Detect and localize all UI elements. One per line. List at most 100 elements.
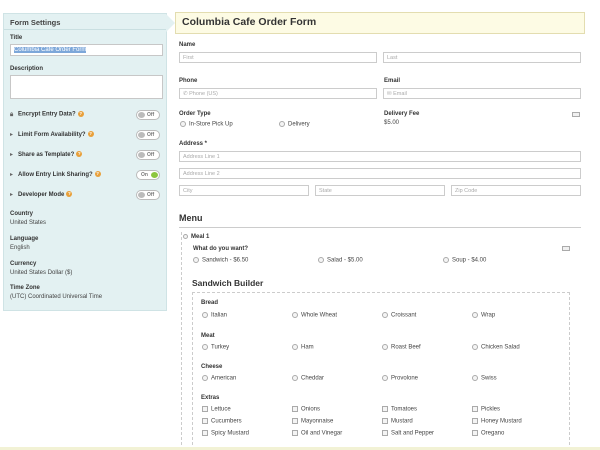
want-option-soup[interactable]: Soup - $4.00 [443,257,486,264]
help-icon[interactable]: ? [87,131,94,138]
option-label: Lettuce [211,406,231,413]
radio-button[interactable] [382,375,388,381]
radio-button[interactable] [443,257,449,263]
meat-option[interactable]: Chicken Salad [472,344,520,351]
radio-button[interactable] [382,312,388,318]
radio-button[interactable] [202,375,208,381]
first-name-input[interactable]: First [179,52,377,63]
checkbox[interactable] [292,406,298,412]
cheese-option[interactable]: Swiss [472,375,497,382]
radio-button[interactable] [292,375,298,381]
checkbox[interactable] [472,418,478,424]
calculation-icon[interactable] [572,112,580,117]
extras-option[interactable]: Cucumbers [202,418,242,425]
help-icon[interactable]: ? [77,111,84,117]
extras-option[interactable]: Mustard [382,418,413,425]
extras-option[interactable]: Spicy Mustard [202,430,249,437]
developer-mode-toggle[interactable]: Off [136,190,160,200]
bread-option[interactable]: Wrap [472,312,495,319]
bread-option[interactable]: Croissant [382,312,416,319]
want-option-salad[interactable]: Salad - $5.00 [318,257,363,264]
checkbox[interactable] [472,430,478,436]
calculation-icon[interactable] [562,246,570,251]
radio-button[interactable] [279,121,285,127]
meat-option[interactable]: Turkey [202,344,229,351]
address-line-2-input[interactable]: Address Line 2 [179,168,581,179]
checkbox[interactable] [202,406,208,412]
phone-placeholder: Phone (US) [189,91,218,97]
help-icon[interactable]: ? [76,151,83,158]
radio-button[interactable] [472,312,478,318]
description-input[interactable] [10,75,163,99]
caret-right-icon[interactable]: ▸ [10,191,18,198]
limit-availability-toggle[interactable]: Off [136,130,160,140]
cheese-option[interactable]: American [202,375,236,382]
country-value[interactable]: United States [10,220,46,226]
share-template-toggle[interactable]: Off [136,150,160,160]
extras-option[interactable]: Tomatoes [382,406,417,413]
checkbox[interactable] [292,418,298,424]
title-input[interactable]: Columbia Cafe Order Form [10,44,163,56]
extras-option[interactable]: Mayonnaise [292,418,333,425]
extras-option[interactable]: Honey Mustard [472,418,522,425]
want-option-sandwich[interactable]: Sandwich - $6.50 [193,257,248,264]
meat-option[interactable]: Roast Beef [382,344,421,351]
bread-option[interactable]: Whole Wheat [292,312,337,319]
language-value[interactable]: English [10,245,30,251]
collapse-icon[interactable] [183,234,188,239]
radio-button[interactable] [318,257,324,263]
email-input[interactable]: ✉ Email [383,88,581,99]
lock-icon: 🔒︎ [10,111,14,118]
radio-button[interactable] [472,344,478,350]
caret-right-icon[interactable]: ▸ [10,151,18,158]
extras-option[interactable]: Salt and Pepper [382,430,434,437]
state-input[interactable]: State [315,185,445,196]
extras-option[interactable]: Lettuce [202,406,231,413]
name-label: Name [179,42,196,48]
sandwich-builder-heading: Sandwich Builder [192,278,264,288]
order-type-option-pickup[interactable]: In-Store Pick Up [180,121,233,128]
form-settings-header: Form Settings [4,14,166,30]
caret-right-icon[interactable]: ▸ [10,131,18,138]
extras-option[interactable]: Onions [292,406,320,413]
radio-button[interactable] [193,257,199,263]
radio-button[interactable] [472,375,478,381]
bread-option[interactable]: Italian [202,312,227,319]
form-title[interactable]: Columbia Cafe Order Form [175,12,585,34]
help-icon[interactable]: ? [94,171,101,178]
cheese-option[interactable]: Provolone [382,375,418,382]
link-sharing-toggle[interactable]: On [136,170,160,180]
currency-value[interactable]: United States Dollar ($) [10,270,72,276]
radio-button[interactable] [180,121,186,127]
checkbox[interactable] [292,430,298,436]
toggle-knob [138,132,145,138]
radio-button[interactable] [292,344,298,350]
checkbox[interactable] [202,418,208,424]
checkbox[interactable] [202,430,208,436]
meal-1-toggle[interactable]: Meal 1 [183,234,209,240]
caret-right-icon[interactable]: ▸ [10,171,18,178]
setting-link-label: Allow Entry Link Sharing? [18,172,93,178]
checkbox[interactable] [472,406,478,412]
cheese-option[interactable]: Cheddar [292,375,324,382]
checkbox[interactable] [382,430,388,436]
extras-option[interactable]: Oregano [472,430,504,437]
help-icon[interactable]: ? [66,191,73,198]
zip-input[interactable]: Zip Code [451,185,581,196]
radio-button[interactable] [202,344,208,350]
radio-button[interactable] [382,344,388,350]
encrypt-toggle[interactable]: Off [136,110,160,120]
checkbox[interactable] [382,406,388,412]
meat-option[interactable]: Ham [292,344,314,351]
phone-input[interactable]: ✆ Phone (US) [179,88,377,99]
last-name-input[interactable]: Last [383,52,581,63]
order-type-option-delivery[interactable]: Delivery [279,121,310,128]
extras-option[interactable]: Oil and Vinegar [292,430,342,437]
address-line-1-input[interactable]: Address Line 1 [179,151,581,162]
extras-option[interactable]: Pickles [472,406,500,413]
timezone-value[interactable]: (UTC) Coordinated Universal Time [10,294,102,300]
checkbox[interactable] [382,418,388,424]
city-input[interactable]: City [179,185,309,196]
radio-button[interactable] [202,312,208,318]
radio-button[interactable] [292,312,298,318]
